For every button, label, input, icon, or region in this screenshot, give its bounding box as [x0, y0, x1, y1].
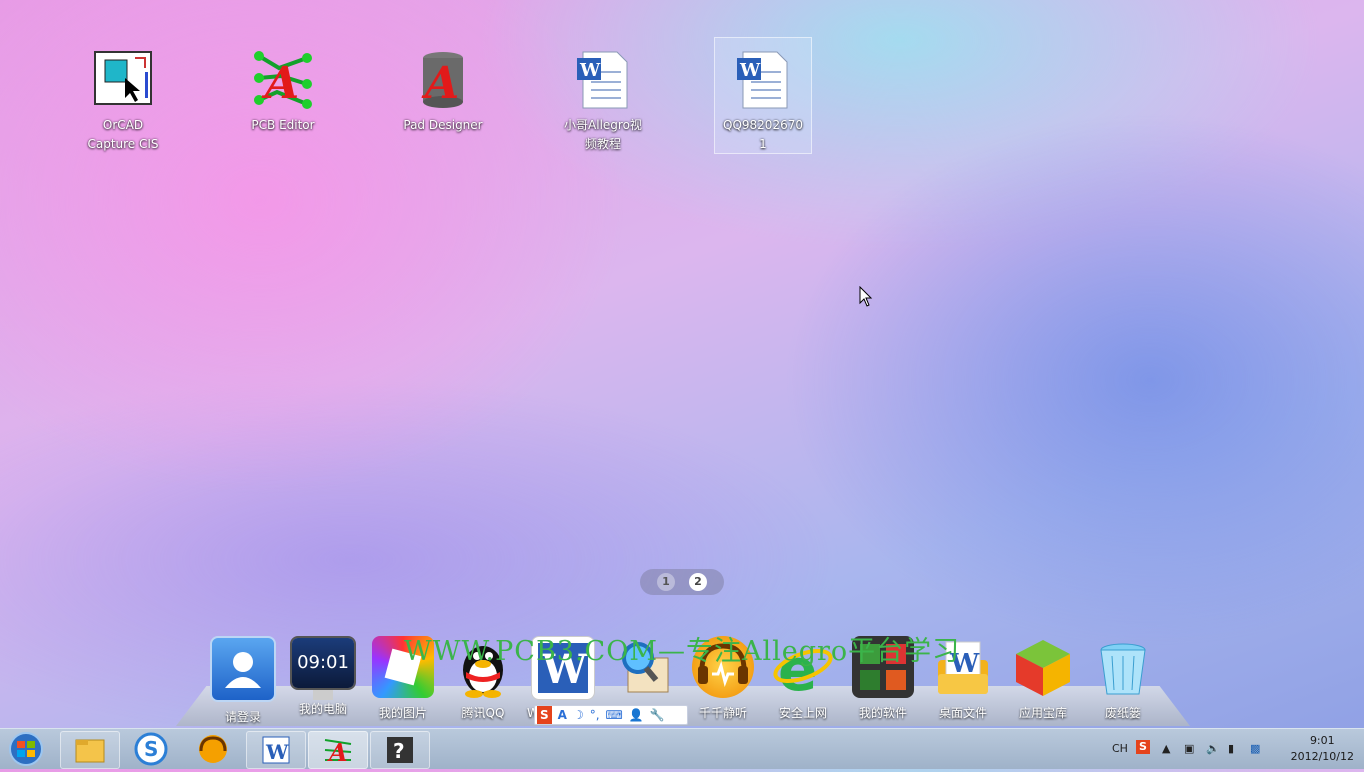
login-icon — [210, 636, 276, 702]
pcb-editor-icon: A — [251, 48, 315, 112]
desktop-icon-orcad[interactable]: OrCAD Capture CIS — [75, 40, 171, 154]
safely-remove-icon[interactable]: ▣ — [1184, 742, 1194, 755]
dock-item-label: 废纸篓 — [1104, 706, 1141, 720]
app-store-icon — [1012, 636, 1074, 698]
taskbar-file-explorer[interactable] — [60, 731, 120, 769]
svg-text:?: ? — [393, 739, 405, 763]
clock[interactable]: 9:01 2012/10/12 — [1291, 733, 1354, 765]
ime-mode-icon[interactable]: A — [558, 706, 567, 724]
word-icon: W — [262, 736, 290, 764]
system-tray: CH S ▲ ▣ 🔊 ▮ ▩ 9:01 2012/10/12 — [1094, 729, 1364, 769]
page-indicator: 1 2 — [640, 569, 724, 595]
dock-item-label: 应用宝库 — [1018, 706, 1067, 720]
sogou-browser-icon: S — [134, 732, 168, 766]
desktop-icon-label: OrCAD Capture CIS — [87, 118, 159, 151]
dock-item-login[interactable]: 请登录 — [203, 636, 283, 725]
dock-item-label: 千千静听 — [698, 706, 747, 720]
ime-halfwidth-icon[interactable]: ☽ — [573, 706, 584, 724]
computer-icon: 09:01 — [290, 636, 356, 690]
recycle-bin-icon — [1092, 636, 1154, 698]
computer-stand — [313, 690, 333, 700]
start-button[interactable] — [4, 731, 48, 767]
file-explorer-icon — [75, 739, 105, 763]
svg-text:S: S — [144, 737, 158, 761]
network-icon[interactable]: ▮ — [1228, 742, 1234, 755]
show-hidden-icons-icon[interactable]: ▲ — [1162, 742, 1170, 755]
volume-icon[interactable]: 🔊 — [1206, 742, 1220, 755]
ime-keyboard-icon[interactable]: ⌨ — [606, 706, 623, 724]
language-indicator[interactable]: CH — [1112, 742, 1128, 755]
desktop-icon-label: Pad Designer — [403, 118, 483, 132]
word-document-icon: W — [571, 48, 635, 112]
ime-user-icon[interactable]: 👤 — [629, 706, 644, 724]
ime-settings-icon[interactable]: 🔧 — [650, 706, 665, 724]
sogou-ime-icon[interactable]: S — [537, 706, 552, 724]
clock-time: 9:01 — [1309, 734, 1335, 747]
orcad-capture-icon — [91, 48, 155, 112]
dock-item-app-store[interactable]: 应用宝库 — [1003, 636, 1083, 721]
clock-date: 2012/10/12 — [1290, 750, 1354, 763]
pad-designer-icon: A — [411, 48, 475, 112]
computer-screen-time: 09:01 — [292, 638, 354, 688]
desktop-icon-pad-designer[interactable]: A Pad Designer — [395, 40, 491, 135]
word-document-icon: W — [731, 48, 795, 112]
desktop-icon-allegro-tutorial[interactable]: W 小哥Allegro视 频教程 — [555, 40, 651, 154]
dock-item-my-computer[interactable]: 09:01 我的电脑 — [283, 636, 363, 717]
svg-text:A: A — [327, 738, 348, 767]
dock-item-label: 我的图片 — [378, 706, 427, 720]
ime-toolbar: S A ☽ °, ⌨ 👤 🔧 — [534, 705, 688, 725]
help-icon: ? — [387, 737, 413, 763]
watermark-text: WWW.PCB3.COM—专注Allegro平台学习 — [404, 636, 961, 667]
svg-text:W: W — [265, 740, 289, 764]
ime-punctuation-icon[interactable]: °, — [590, 706, 600, 724]
dock-item-label: 我的电脑 — [298, 702, 347, 716]
svg-text:A: A — [421, 58, 459, 109]
taskbar-help[interactable]: ? — [370, 731, 430, 769]
dock-item-label: 腾讯QQ — [461, 706, 505, 720]
pcb-editor-icon: A — [324, 738, 352, 767]
mouse-cursor-icon — [859, 285, 873, 312]
taskbar-sogou-browser[interactable]: S — [122, 731, 180, 767]
svg-text:A: A — [261, 58, 299, 109]
page-dot-1[interactable]: 1 — [657, 573, 675, 591]
taskbar: S W A ? CH S ▲ ▣ 🔊 ▮ ▩ 9:01 2012/10/12 — [0, 728, 1364, 769]
dock-item-recycle-bin[interactable]: 废纸篓 — [1083, 636, 1163, 721]
taskbar-pcb-editor[interactable]: A — [308, 731, 368, 769]
page-dot-2[interactable]: 2 — [689, 573, 707, 591]
ttplayer-icon — [199, 735, 227, 763]
desktop-icon-label: PCB Editor — [251, 118, 315, 132]
desktop-icon-qq-doc[interactable]: W QQ98202670 1 — [714, 37, 812, 154]
desktop-icon-label: QQ98202670 1 — [723, 118, 803, 151]
svg-text:W: W — [579, 60, 601, 81]
action-center-icon[interactable]: ▩ — [1250, 742, 1260, 755]
desktop-icon-pcb-editor[interactable]: A PCB Editor — [235, 40, 331, 135]
desktop-icon-label: 小哥Allegro视 频教程 — [564, 118, 642, 151]
dock-item-label: 桌面文件 — [938, 706, 987, 720]
sogou-tray-icon[interactable]: S — [1136, 740, 1150, 754]
taskbar-ttplayer[interactable] — [184, 731, 242, 767]
dock-item-label: 请登录 — [224, 710, 261, 724]
dock-item-label: 安全上网 — [778, 706, 827, 720]
dock-item-label: 我的软件 — [858, 706, 907, 720]
svg-text:W: W — [739, 60, 761, 81]
taskbar-word[interactable]: W — [246, 731, 306, 769]
